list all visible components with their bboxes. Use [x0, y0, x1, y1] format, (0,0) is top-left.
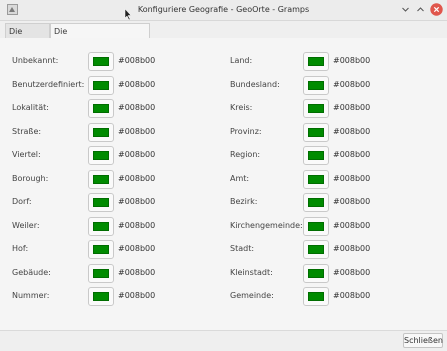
right-color-hex: #008b00 [333, 103, 371, 112]
left-row-label: Straße: [12, 126, 42, 136]
right-color-hex: #008b00 [333, 150, 371, 159]
color-swatch [93, 221, 109, 231]
left-color-button[interactable] [88, 193, 114, 212]
right-color-button[interactable] [303, 75, 329, 95]
left-row-label: Nummer: [12, 291, 50, 300]
left-color-hex: #008b00 [118, 150, 156, 159]
tab-map[interactable]: Die Karte [5, 23, 50, 51]
right-color-button[interactable] [303, 52, 329, 71]
right-color-button[interactable] [303, 216, 329, 236]
right-row-label: Stadt: [230, 244, 255, 253]
window-title: Konfiguriere Geografie - GeoOrte - Gramp… [137, 5, 310, 14]
right-color-hex: #008b00 [333, 197, 371, 206]
left-color-hex: #008b00 [118, 244, 156, 253]
left-row-label: Gebäude: [12, 267, 51, 277]
color-swatch [93, 104, 109, 113]
right-row-label: Kirchengemeinde: [230, 220, 303, 230]
left-row-label: Benutzerdefiniert: [12, 79, 85, 89]
right-color-button[interactable] [303, 146, 329, 165]
right-row-label: Amt: [230, 173, 250, 183]
left-color-hex: #008b00 [118, 291, 156, 300]
color-swatch [308, 268, 324, 278]
right-row-label: Provinz: [230, 126, 262, 136]
marker-color-panel: Unbekannt: #008b00 Benutzerdefiniert: #008b… [0, 38, 447, 330]
left-color-hex: #008b00 [118, 56, 156, 65]
left-color-hex: #008b00 [118, 197, 156, 206]
color-swatch [93, 292, 109, 301]
color-swatch [308, 221, 324, 231]
right-color-button[interactable] [303, 193, 329, 212]
left-color-hex: #008b00 [118, 267, 156, 277]
left-color-hex: #008b00 [118, 220, 156, 230]
color-swatch [93, 127, 109, 137]
right-row-label: Land: [230, 56, 253, 65]
left-row-label: Unbekannt: [12, 56, 59, 65]
right-color-hex: #008b00 [333, 79, 371, 89]
color-swatch [308, 174, 324, 184]
left-color-button[interactable] [88, 169, 114, 189]
left-color-button[interactable] [88, 263, 114, 283]
close-button[interactable]: Schließen [403, 333, 443, 348]
right-color-hex: #008b00 [333, 244, 371, 253]
right-color-button[interactable] [303, 169, 329, 189]
left-color-button[interactable] [88, 75, 114, 95]
left-color-button[interactable] [88, 287, 114, 306]
right-row-label: Kreis: [230, 103, 253, 112]
left-color-button[interactable] [88, 146, 114, 165]
color-swatch [308, 151, 324, 160]
right-row-label: Bundesland: [230, 79, 280, 89]
minimize-icon[interactable] [399, 3, 412, 16]
right-row-label: Gemeinde: [230, 291, 274, 300]
color-swatch [308, 80, 324, 90]
tab-bar: Die Karte Die Ortemakierungsfarbe [0, 21, 447, 51]
color-swatch [93, 268, 109, 278]
color-swatch [93, 198, 109, 207]
right-color-hex: #008b00 [333, 291, 371, 300]
left-row-label: Lokalität: [12, 103, 49, 112]
color-swatch [308, 245, 324, 254]
right-color-button[interactable] [303, 122, 329, 142]
color-swatch [308, 104, 324, 113]
color-swatch [93, 174, 109, 184]
right-color-button[interactable] [303, 99, 329, 118]
right-color-button[interactable] [303, 263, 329, 283]
left-row-label: Borough: [12, 173, 49, 183]
right-color-button[interactable] [303, 287, 329, 306]
color-swatch [93, 80, 109, 90]
right-color-hex: #008b00 [333, 220, 371, 230]
color-swatch [93, 57, 109, 66]
color-swatch [308, 127, 324, 137]
left-color-hex: #008b00 [118, 79, 156, 89]
title-bar: Konfiguriere Geografie - GeoOrte - Gramp… [0, 0, 447, 21]
left-color-button[interactable] [88, 99, 114, 118]
right-row-label: Kleinstadt: [230, 267, 273, 277]
left-color-button[interactable] [88, 122, 114, 142]
color-swatch [308, 292, 324, 301]
color-swatch [308, 198, 324, 207]
left-color-button[interactable] [88, 52, 114, 71]
color-swatch [93, 245, 109, 254]
left-row-label: Hof: [12, 244, 29, 253]
close-window-icon[interactable] [430, 3, 443, 16]
left-color-hex: #008b00 [118, 126, 156, 136]
left-color-button[interactable] [88, 240, 114, 259]
left-color-button[interactable] [88, 216, 114, 236]
maximize-icon[interactable] [414, 3, 427, 16]
left-row-label: Weiler: [12, 220, 40, 230]
left-row-label: Dorf: [12, 197, 32, 206]
right-color-hex: #008b00 [333, 267, 371, 277]
right-color-hex: #008b00 [333, 126, 371, 136]
left-row-label: Viertel: [12, 150, 41, 159]
tab-marker-color[interactable]: Die Ortemakierungsfarbe [50, 23, 150, 51]
right-row-label: Bezirk: [230, 197, 258, 206]
left-color-hex: #008b00 [118, 103, 156, 112]
left-color-hex: #008b00 [118, 173, 156, 183]
dialog-footer: Schließen [0, 330, 447, 351]
right-color-button[interactable] [303, 240, 329, 259]
color-swatch [93, 151, 109, 160]
color-swatch [308, 57, 324, 66]
right-color-hex: #008b00 [333, 173, 371, 183]
right-color-hex: #008b00 [333, 56, 371, 65]
right-row-label: Region: [230, 150, 261, 159]
